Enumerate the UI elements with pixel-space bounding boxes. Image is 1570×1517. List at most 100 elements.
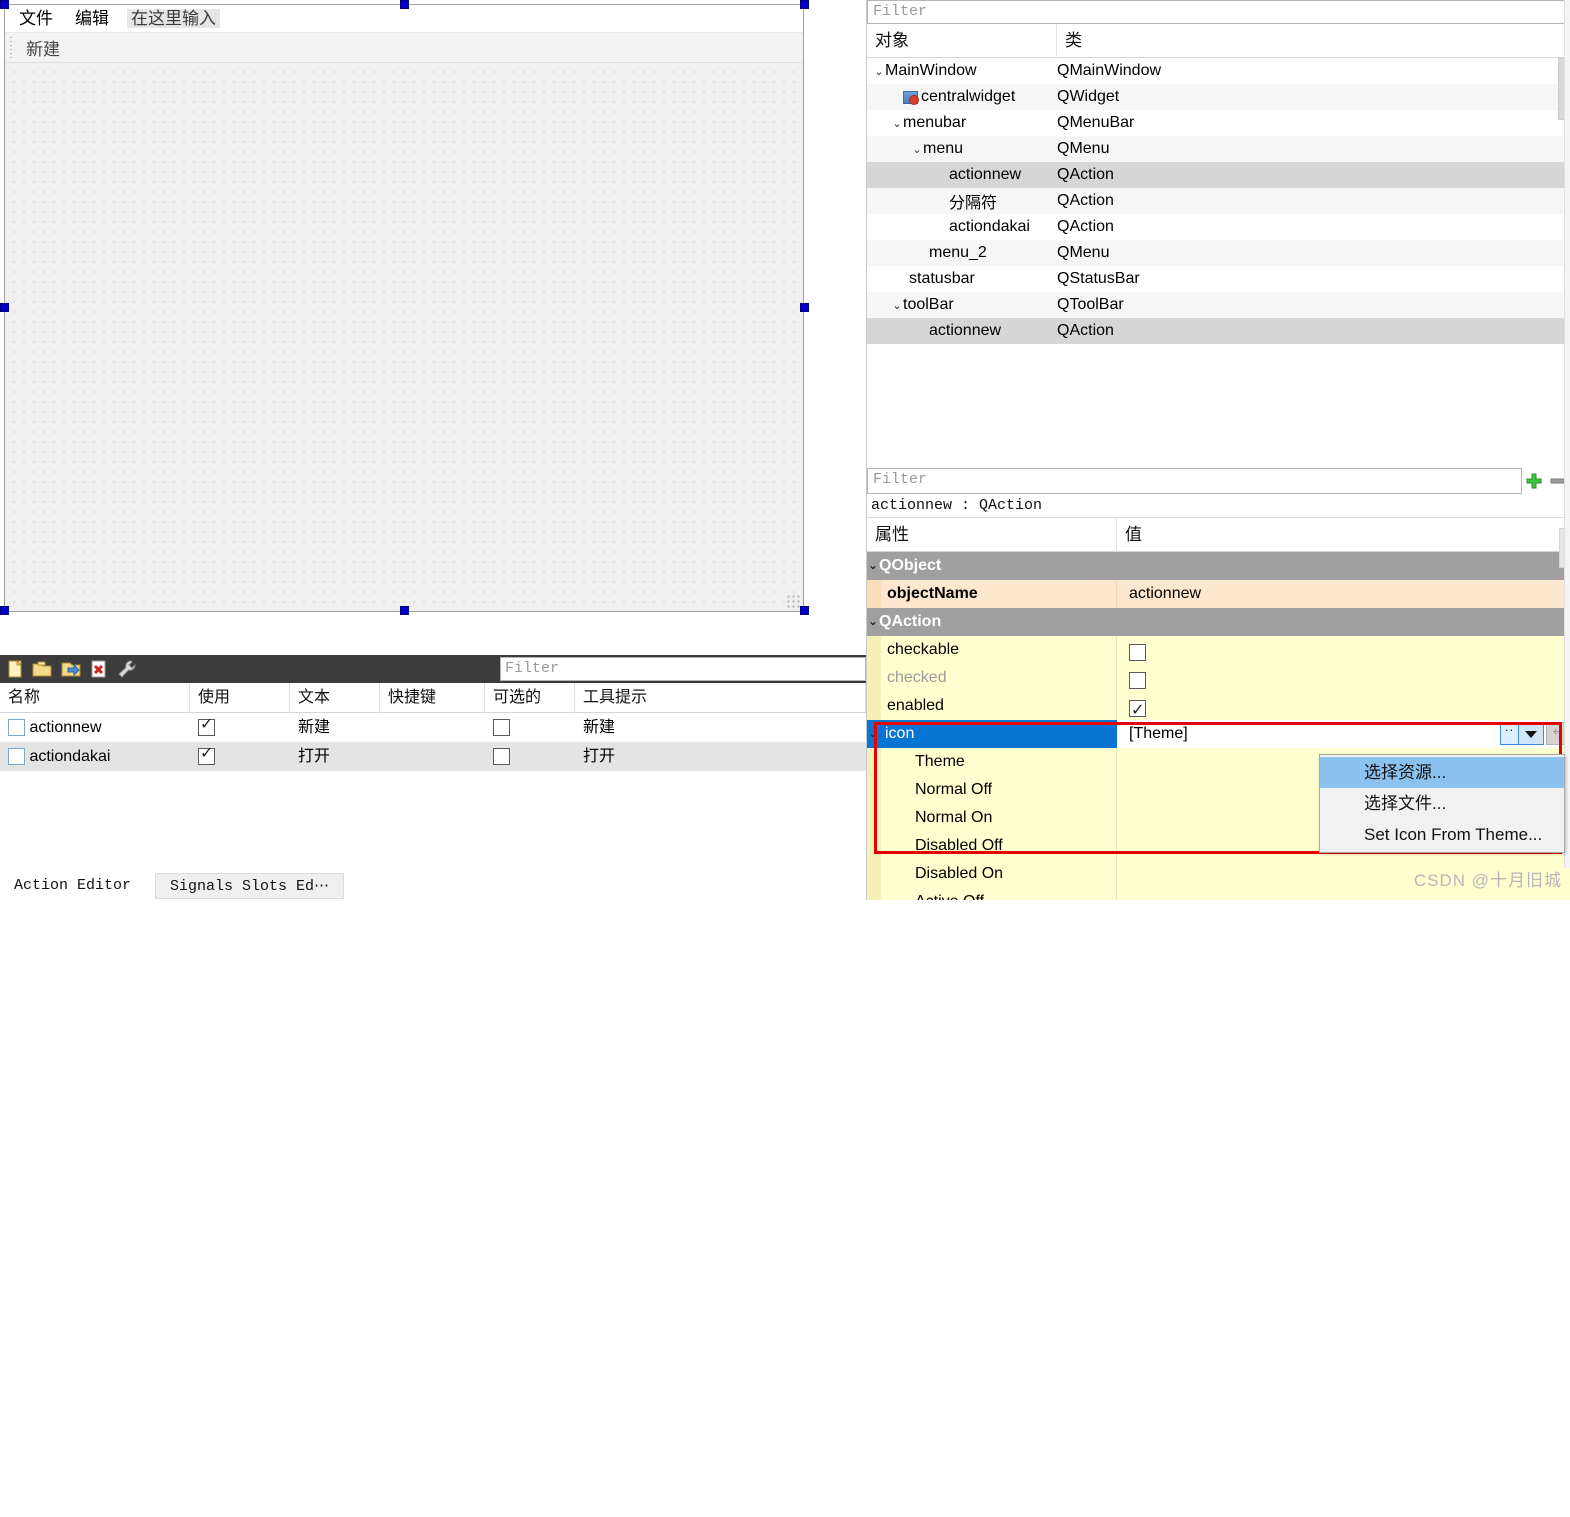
table-row[interactable]: actionnew 新建 新建	[0, 713, 866, 742]
property-row-checkable[interactable]: checkable	[867, 636, 1570, 664]
column-header-property[interactable]: 属性	[867, 517, 1117, 552]
resize-handle-bottom-center[interactable]	[400, 606, 409, 615]
enabled-checkbox-icon[interactable]	[1129, 697, 1146, 725]
property-row-objectname[interactable]: objectName actionnew	[867, 580, 1570, 608]
window-scrollbar[interactable]	[1564, 0, 1570, 868]
resize-handle-bottom-left[interactable]	[0, 606, 9, 615]
resize-handle-middle-right[interactable]	[800, 303, 809, 312]
property-value[interactable]: actionnew	[1117, 580, 1570, 608]
property-group-qaction[interactable]: ⌄ QAction	[867, 608, 1570, 636]
property-row-enabled[interactable]: enabled	[867, 692, 1570, 725]
property-value-cell[interactable]	[1117, 664, 1570, 692]
toolbar-drag-handle-icon[interactable]	[8, 36, 16, 59]
used-checkbox-icon[interactable]	[198, 745, 215, 766]
checkable-checkbox-icon[interactable]	[493, 719, 510, 737]
tree-row[interactable]: actionnew QAction	[867, 162, 1570, 188]
menu-item-select-resource[interactable]: 选择资源...	[1320, 757, 1564, 788]
tree-object-cell[interactable]: menu_2	[867, 240, 1057, 266]
property-label-cell[interactable]: ⌄ icon	[867, 720, 1117, 748]
form-menubar[interactable]: 文件 编辑 在这里输入	[5, 5, 803, 33]
edit-action-icon[interactable]	[59, 658, 83, 680]
action-used-cell[interactable]	[190, 713, 290, 742]
action-row-name-cell[interactable]: actionnew	[0, 713, 190, 742]
chevron-down-icon[interactable]: ⌄	[867, 552, 879, 580]
tree-row[interactable]: statusbar QStatusBar	[867, 266, 1570, 292]
menu-item-set-icon-from-theme[interactable]: Set Icon From Theme...	[1320, 819, 1564, 850]
property-row-checked[interactable]: checked	[867, 664, 1570, 692]
wrench-icon[interactable]	[115, 658, 139, 680]
resize-handle-top-left[interactable]	[0, 0, 9, 9]
property-label-cell[interactable]: Normal On	[867, 804, 1117, 832]
open-folder-icon[interactable]	[31, 658, 55, 680]
property-label-cell[interactable]: Theme	[867, 748, 1117, 776]
chevron-down-icon[interactable]: ⌄	[873, 65, 885, 78]
tree-row[interactable]: centralwidget QWidget	[867, 84, 1570, 110]
property-label-cell[interactable]: checkable	[867, 636, 1117, 664]
tree-row[interactable]: actionnew QAction	[867, 318, 1570, 344]
tree-row[interactable]: ⌄ menu QMenu	[867, 136, 1570, 162]
menu-item-select-file[interactable]: 选择文件...	[1320, 788, 1564, 819]
column-header-used[interactable]: 使用	[190, 682, 290, 713]
property-value-cell[interactable]: [Theme] .. ↰	[1117, 719, 1570, 748]
chevron-down-icon[interactable]	[1518, 722, 1544, 745]
chevron-down-icon[interactable]: ⌄	[867, 720, 879, 748]
action-tooltip-cell[interactable]: 新建	[575, 713, 866, 742]
chevron-down-icon[interactable]: ⌄	[891, 117, 903, 130]
form-design-area[interactable]: 文件 编辑 在这里输入 新建	[0, 0, 866, 655]
property-label-cell[interactable]: Active Off	[867, 888, 1117, 900]
resize-handle-bottom-right[interactable]	[800, 606, 809, 615]
property-label-cell[interactable]: Disabled On	[867, 860, 1117, 888]
tree-object-cell[interactable]: actiondakai	[867, 214, 1057, 240]
central-widget-canvas[interactable]	[5, 63, 803, 611]
chevron-down-icon[interactable]: ⌄	[911, 143, 923, 156]
column-header-checkable[interactable]: 可选的	[485, 682, 575, 713]
tree-object-cell[interactable]: ⌄ toolBar	[867, 292, 1057, 318]
menubar-item-placeholder[interactable]: 在这里输入	[127, 9, 220, 28]
tree-object-cell[interactable]: centralwidget	[867, 84, 1057, 110]
action-used-cell[interactable]	[190, 742, 290, 771]
column-header-shortcut[interactable]: 快捷键	[380, 682, 485, 713]
property-label-cell[interactable]: objectName	[867, 580, 1117, 608]
row-checkbox-icon[interactable]	[8, 719, 25, 737]
action-checkable-cell[interactable]	[485, 713, 575, 742]
property-row-icon[interactable]: ⌄ icon [Theme] .. ↰	[867, 719, 1570, 748]
column-header-class[interactable]: 类	[1057, 24, 1570, 58]
add-property-icon[interactable]	[1522, 468, 1546, 494]
row-checkbox-icon[interactable]	[8, 748, 25, 766]
property-value-cell[interactable]	[1117, 636, 1570, 664]
property-label-cell[interactable]: Disabled Off	[867, 832, 1117, 860]
group-label-cell[interactable]: ⌄ QObject	[867, 552, 1117, 580]
column-header-value[interactable]: 值	[1117, 518, 1570, 552]
tree-row[interactable]: actiondakai QAction	[867, 214, 1570, 240]
tree-row[interactable]: menu_2 QMenu	[867, 240, 1570, 266]
action-shortcut-cell[interactable]	[380, 713, 485, 742]
column-header-text[interactable]: 文本	[290, 682, 380, 713]
resize-handle-top-center[interactable]	[400, 0, 409, 9]
property-filter-input[interactable]: Filter	[867, 468, 1522, 494]
tree-object-cell[interactable]: actionnew	[867, 318, 1057, 344]
table-row[interactable]: actiondakai 打开 打开	[0, 742, 866, 771]
tree-object-cell[interactable]: 分隔符	[867, 188, 1057, 214]
column-header-object[interactable]: 对象	[867, 23, 1057, 58]
used-checkbox-icon[interactable]	[198, 716, 215, 737]
action-filter-input[interactable]: Filter	[500, 657, 866, 681]
chevron-down-icon[interactable]: ⌄	[867, 608, 879, 636]
icon-source-context-menu[interactable]: 选择资源... 选择文件... Set Icon From Theme...	[1319, 754, 1565, 853]
action-text-cell[interactable]: 打开	[290, 742, 380, 771]
tree-object-cell[interactable]: ⌄ menu	[867, 136, 1057, 162]
checkable-checkbox-icon[interactable]	[493, 748, 510, 766]
tree-row[interactable]: ⌄ menubar QMenuBar	[867, 110, 1570, 136]
property-group-qobject[interactable]: ⌄ QObject	[867, 552, 1570, 580]
menubar-item-edit[interactable]: 编辑	[71, 9, 113, 28]
tab-action-editor[interactable]: Action Editor	[0, 873, 145, 899]
checkable-checkbox-icon[interactable]	[1129, 644, 1146, 662]
action-tooltip-cell[interactable]: 打开	[575, 742, 866, 771]
tree-row[interactable]: 分隔符 QAction	[867, 188, 1570, 214]
tree-object-cell[interactable]: actionnew	[867, 162, 1057, 188]
delete-action-icon[interactable]	[87, 658, 111, 680]
tree-object-cell[interactable]: ⌄ menubar	[867, 110, 1057, 136]
tree-object-cell[interactable]: ⌄ MainWindow	[867, 58, 1057, 84]
size-grip-icon[interactable]	[786, 594, 800, 608]
resize-handle-top-right[interactable]	[800, 0, 809, 9]
action-shortcut-cell[interactable]	[380, 742, 485, 771]
